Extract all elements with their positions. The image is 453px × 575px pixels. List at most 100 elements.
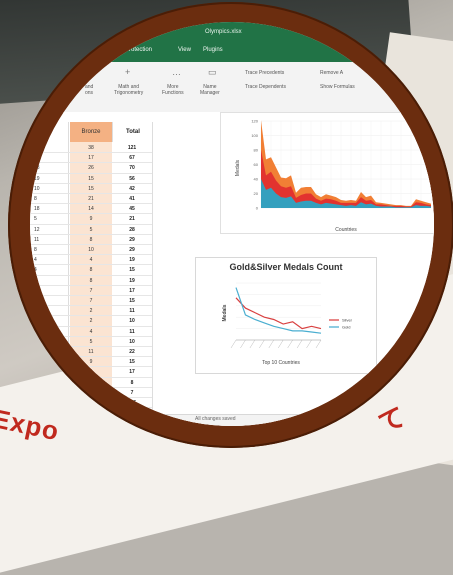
more-functions-icon[interactable]: … [172,67,181,77]
cell-bronze[interactable]: 9 [70,215,112,223]
cell-left[interactable]: 8 [34,144,64,152]
cell-total[interactable]: 10 [112,338,152,346]
row-gridline [30,193,152,194]
cell-bronze[interactable]: 14 [70,205,112,213]
cell-total[interactable]: 41 [112,195,152,203]
cell-bronze[interactable]: 4 [70,256,112,264]
row-gridline [30,172,152,174]
cell-total[interactable]: 15 [112,297,152,305]
cell-bronze[interactable]: 5 [70,226,112,234]
ribbon-more-functions-label[interactable]: More Functions [162,84,184,96]
x-tick-mark [249,339,256,349]
cell-total[interactable]: 11 [112,328,152,336]
row-gridline [30,315,152,317]
cell-bronze[interactable]: 15 [70,175,112,183]
cell-total[interactable]: 11 [112,307,152,315]
cell-left[interactable]: 4 [34,379,64,387]
cell-bronze[interactable]: 9 [70,358,112,366]
cell-bronze[interactable]: 8 [70,236,112,244]
menu-plugins[interactable]: Plugins [203,47,223,53]
cell-total[interactable]: 17 [112,287,152,295]
cell-total[interactable]: 22 [112,348,152,356]
cell-total[interactable]: 28 [112,226,152,234]
y-axis-label: Medals [222,304,228,321]
cell-left[interactable]: 7 [34,297,64,305]
math-icon[interactable]: + [125,67,130,77]
cell-left[interactable]: 4 [34,287,64,295]
cell-total[interactable]: 19 [112,277,152,285]
cell-left[interactable]: 3 [34,328,64,336]
cell-left[interactable]: 4 [34,277,64,285]
cell-bronze[interactable]: 26 [70,164,112,172]
cell-left[interactable]: 5 [34,215,64,223]
y-tick-label: 20 [254,191,259,196]
cell-left[interactable]: 19 [34,175,64,183]
cell-total[interactable]: 56 [112,175,152,183]
cell-left[interactable]: 4 [34,256,64,264]
cell-total[interactable]: 21 [112,215,152,223]
row-gridline [30,254,152,256]
cell-total[interactable]: 19 [112,256,152,264]
ribbon-math-label[interactable]: Math and Trigonometry [114,84,143,96]
cell-left[interactable]: 18 [34,164,64,172]
cell-bronze[interactable]: 4 [70,379,112,387]
cell-bronze[interactable]: 5 [70,338,112,346]
cell-total[interactable]: 10 [112,317,152,325]
cell-bronze[interactable]: 8 [70,277,112,285]
cell-left[interactable]: 5 [34,348,64,356]
total-header[interactable]: Total [112,122,153,142]
x-tick-mark [315,339,322,349]
cell-total[interactable]: 70 [112,164,152,172]
medals-area-chart[interactable]: 0 20 40 60 80 100 120 Medals Countries [220,112,434,234]
gold-silver-line-chart[interactable]: Gold&Silver Medals Count Medals Top 10 Co… [195,257,377,374]
row-gridline [30,346,152,347]
cell-bronze[interactable]: 15 [70,185,112,193]
cell-left[interactable]: 3 [34,368,64,376]
cell-total[interactable]: 121 [112,144,152,152]
cell-bronze[interactable]: 17 [70,154,112,162]
cell-total[interactable]: 45 [112,205,152,213]
show-formulas-button[interactable]: Show Formulas [320,84,355,90]
cell-left[interactable]: 2 [34,307,64,315]
cell-left[interactable]: 3 [34,317,64,325]
cell-left[interactable]: 3 [34,358,64,366]
remove-arrows-button[interactable]: Remove A [320,70,343,76]
cell-total[interactable]: 42 [112,185,152,193]
cell-left[interactable]: 13 [34,154,64,162]
cell-left[interactable]: 12 [34,226,64,234]
cell-total[interactable]: 8 [112,379,152,387]
cell-left[interactable]: 4 [34,266,64,274]
banner-right-text: て [373,400,411,439]
cell-left[interactable]: 11 [34,236,64,244]
cell-bronze[interactable]: 10 [70,246,112,254]
cell-total[interactable]: 17 [112,368,152,376]
cell-total[interactable]: 29 [112,236,152,244]
cell-bronze[interactable]: 7 [70,297,112,305]
menu-view[interactable]: View [178,47,191,53]
cell-left[interactable]: 18 [34,205,64,213]
cell-bronze[interactable]: 2 [70,317,112,325]
cell-left[interactable]: 8 [34,246,64,254]
row-gridline [30,223,152,225]
cell-total[interactable]: 29 [112,246,152,254]
cell-bronze[interactable]: 8 [70,266,112,274]
cell-bronze[interactable]: 11 [70,348,112,356]
cell-bronze[interactable]: 7 [70,287,112,295]
cell-bronze[interactable]: 8 [70,368,112,376]
menu-protection[interactable]: Protection [125,47,152,53]
cell-bronze[interactable]: 2 [70,307,112,315]
cell-total[interactable]: 15 [112,358,152,366]
cell-left[interactable]: 8 [34,195,64,203]
cell-bronze[interactable]: 21 [70,195,112,203]
bronze-header[interactable]: Bronze [70,122,112,142]
cell-bronze[interactable]: 38 [70,144,112,152]
ribbon-name-manager-label[interactable]: Name Manager [200,84,220,96]
cell-bronze[interactable]: 4 [70,328,112,336]
trace-precedents-button[interactable]: Trace Precedents [245,70,284,76]
cell-left[interactable]: 10 [34,185,64,193]
cell-left[interactable]: 1 [34,338,64,346]
cell-total[interactable]: 15 [112,266,152,274]
trace-dependents-button[interactable]: Trace Dependents [245,84,286,90]
name-manager-icon[interactable]: ▭ [208,67,217,78]
cell-total[interactable]: 67 [112,154,152,162]
